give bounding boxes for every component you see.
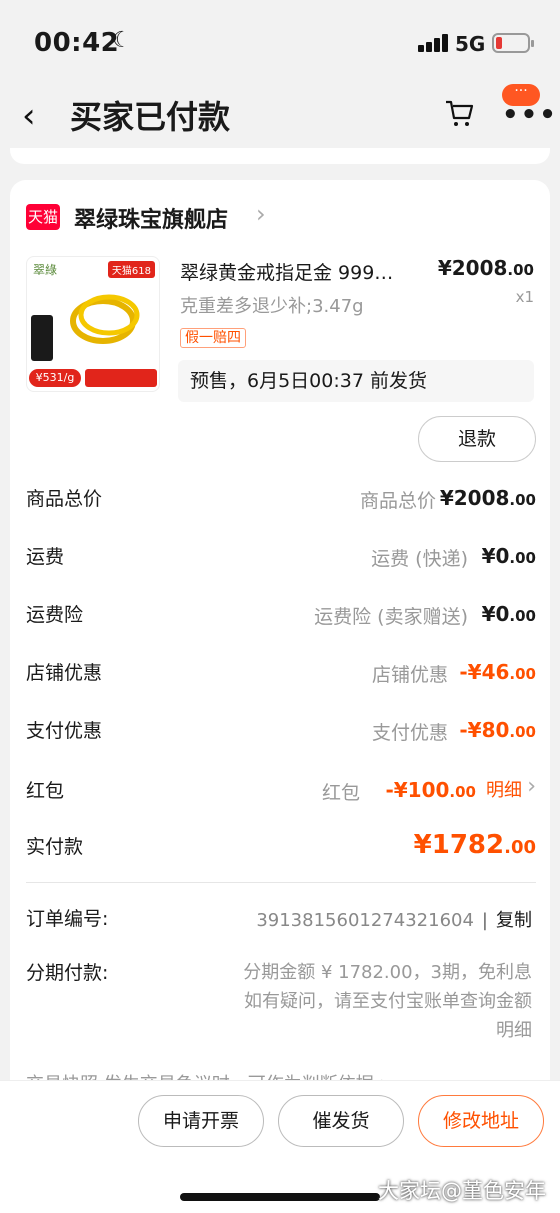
product-price: ¥2008.00	[437, 256, 534, 280]
chevron-right-icon: ›	[256, 200, 266, 228]
refund-button[interactable]: 退款	[418, 416, 536, 462]
fee-row-shipping: 运费 运费 (快递) ¥0.00	[26, 544, 536, 570]
request-invoice-button[interactable]: 申请开票	[138, 1095, 264, 1147]
presale-notice: 预售，6月5日00:37 前发货	[178, 360, 534, 402]
thumb-brand: 翠綠	[33, 263, 58, 277]
insurance-amount: ¥0.00	[481, 602, 536, 626]
shop-name[interactable]: 翠绿珠宝旗舰店	[74, 202, 228, 234]
copy-button[interactable]: 复制	[496, 910, 532, 931]
guarantee-tag: 假一赔四	[180, 328, 246, 348]
change-address-button[interactable]: 修改地址	[418, 1095, 544, 1147]
cart-icon[interactable]	[444, 98, 474, 128]
status-time: 00:42	[34, 28, 120, 58]
divider	[26, 882, 536, 883]
product-name[interactable]: 翠绿黄金戒指足金 999…	[180, 258, 430, 285]
battery-icon	[492, 33, 534, 53]
red-packet-detail-link[interactable]: 明细	[486, 776, 522, 802]
home-indicator[interactable]	[180, 1193, 380, 1201]
thumb-price-tag: ¥531/g	[29, 369, 81, 387]
status-bar: 00:42 ☾ 5G	[0, 0, 560, 88]
watermark: 大家坛@堇色安年	[378, 1179, 546, 1203]
tmall-badge: 天猫	[26, 204, 60, 230]
product-spec: 克重差多退少补;3.47g	[180, 296, 364, 317]
thumb-coupon-stack	[31, 315, 53, 361]
total-paid-row: 实付款 ¥1782.00	[26, 830, 536, 860]
red-packet-amount: -¥100.00	[385, 778, 476, 802]
more-icon: •••	[502, 100, 558, 130]
more-menu-button[interactable]: ··· •••	[500, 84, 556, 128]
product-quantity: x1	[515, 288, 534, 306]
shipping-amount: ¥0.00	[481, 544, 536, 568]
fee-row-subtotal: 商品总价 商品总价 ¥2008.00	[26, 486, 536, 512]
signal-icon	[418, 34, 450, 52]
fee-row-shipping-insurance: 运费险 运费险 (卖家赠送) ¥0.00	[26, 602, 536, 628]
thumb-promo-strip	[85, 369, 157, 387]
gold-ring-image	[70, 294, 140, 344]
bottom-action-bar: 申请开票 催发货 修改地址 大家坛@堇色安年	[0, 1080, 560, 1213]
product-thumbnail[interactable]: 翠綠 天猫618 ¥531/g	[26, 256, 160, 392]
installment-info: 分期金额 ¥ 1782.00，3期，免利息 如有疑问，请至支付宝账单查询金额 明…	[243, 962, 532, 1041]
fee-row-shop-discount: 店铺优惠 店铺优惠 -¥46.00	[26, 660, 536, 686]
nav-bar: ‹ 买家已付款 ··· •••	[0, 84, 560, 148]
fee-row-payment-discount: 支付优惠 支付优惠 -¥80.00	[26, 718, 536, 744]
subtotal-amount: ¥2008.00	[439, 486, 536, 510]
order-number: 3913815601274321604 | 复制	[256, 910, 532, 931]
moon-icon: ☾	[112, 28, 132, 53]
thumb-618-badge: 天猫618	[107, 261, 155, 278]
back-icon[interactable]: ‹	[22, 96, 36, 136]
fee-row-red-packet[interactable]: 红包 红包 -¥100.00 明细 ›	[26, 774, 536, 808]
total-paid-amount: ¥1782.00	[413, 830, 536, 860]
urge-shipping-button[interactable]: 催发货	[278, 1095, 404, 1147]
payment-discount-amount: -¥80.00	[459, 718, 536, 742]
order-card: 天猫 翠绿珠宝旗舰店 › 翠綠 天猫618 ¥531/g 翠绿黄金戒指足金 99…	[10, 180, 550, 1180]
shop-discount-amount: -¥46.00	[459, 660, 536, 684]
page-title: 买家已付款	[70, 98, 231, 136]
previous-card-edge	[10, 148, 550, 164]
network-label: 5G	[455, 32, 486, 56]
chevron-right-icon: ›	[527, 774, 536, 799]
